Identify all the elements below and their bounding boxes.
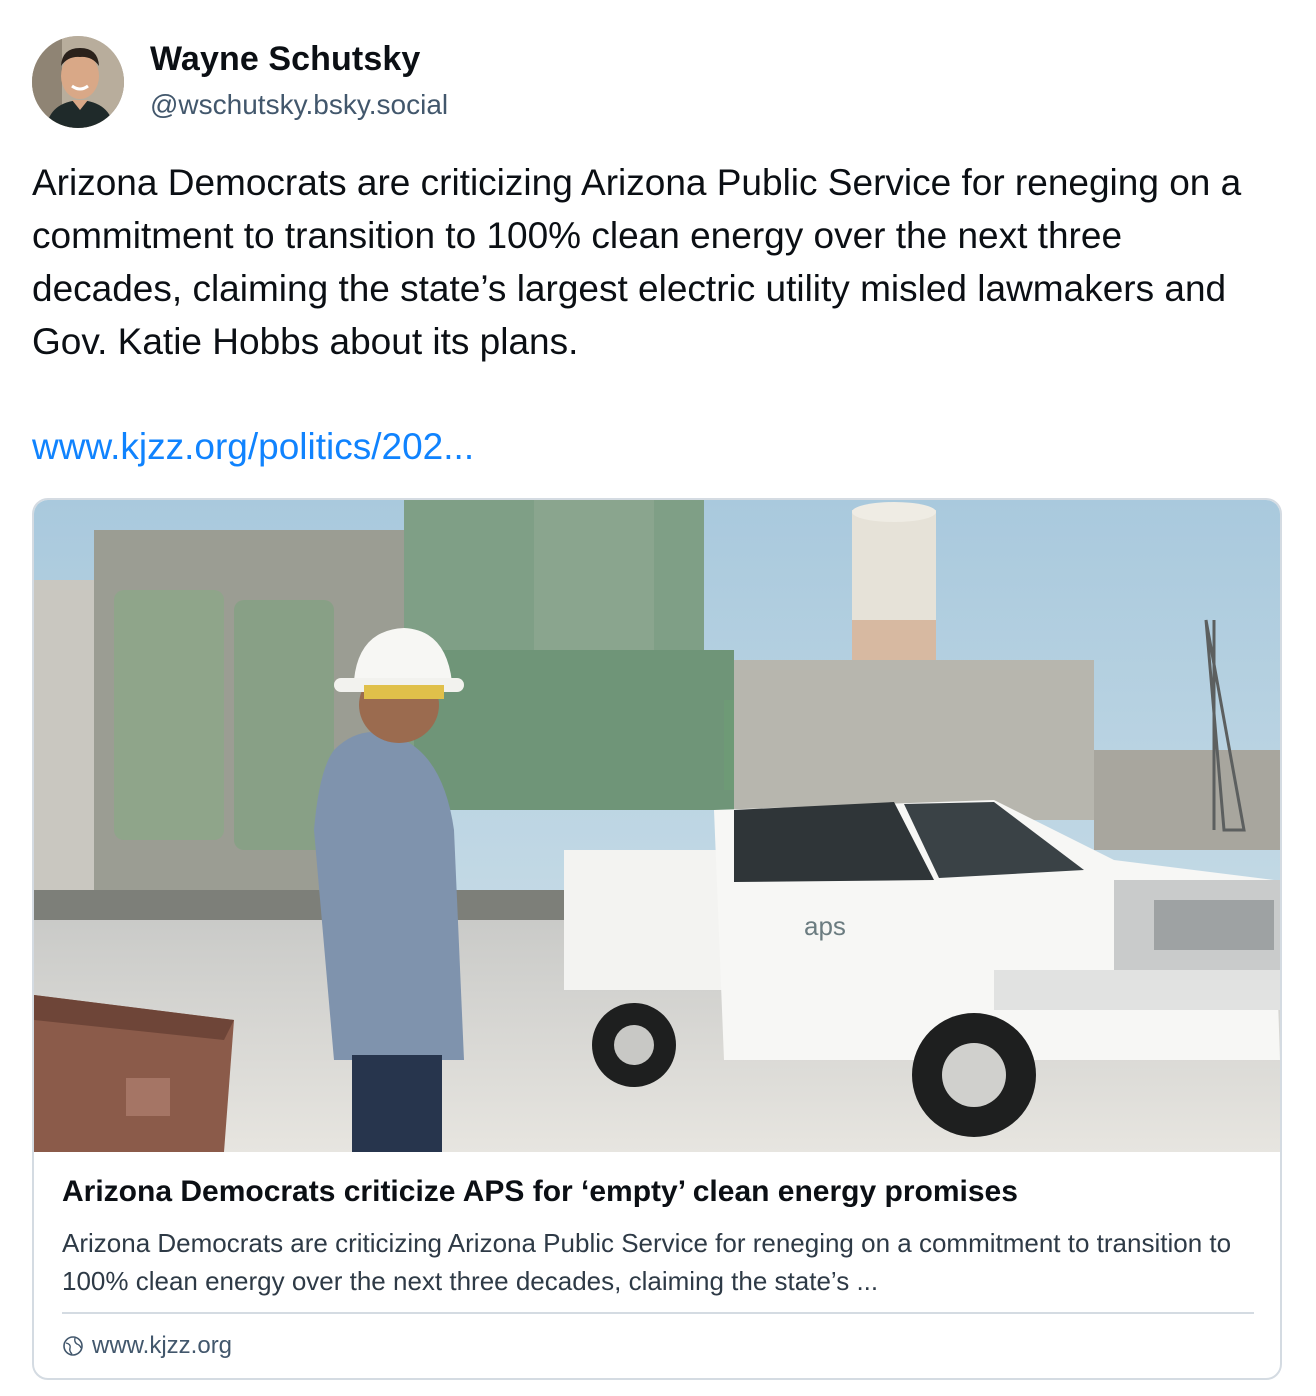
link-card-divider	[62, 1312, 1254, 1314]
link-card-title[interactable]: Arizona Democrats criticize APS for ‘emp…	[62, 1175, 1252, 1209]
avatar-image	[32, 36, 124, 128]
link-card-domain: www.kjzz.org	[92, 1332, 233, 1359]
author-names: Wayne Schutsky @wschutsky.bsky.social	[150, 40, 448, 121]
link-card-domain-row: www.kjzz.org	[62, 1332, 232, 1360]
avatar[interactable]	[32, 36, 124, 128]
globe-icon	[63, 1336, 83, 1356]
post: Wayne Schutsky @wschutsky.bsky.social Ar…	[0, 0, 1316, 1396]
truck-logo-text: aps	[804, 911, 846, 941]
post-header: Wayne Schutsky @wschutsky.bsky.social	[32, 36, 448, 128]
author-handle[interactable]: @wschutsky.bsky.social	[150, 89, 448, 121]
post-text: Arizona Democrats are criticizing Arizon…	[32, 162, 1242, 362]
link-card-image: aps	[34, 500, 1280, 1152]
author-display-name[interactable]: Wayne Schutsky	[150, 40, 448, 79]
link-card-description: Arizona Democrats are criticizing Arizon…	[62, 1228, 1232, 1296]
link-card[interactable]: aps Arizona Democrats criticize APS for …	[32, 498, 1282, 1380]
post-link[interactable]: www.kjzz.org/politics/202...	[32, 420, 474, 473]
